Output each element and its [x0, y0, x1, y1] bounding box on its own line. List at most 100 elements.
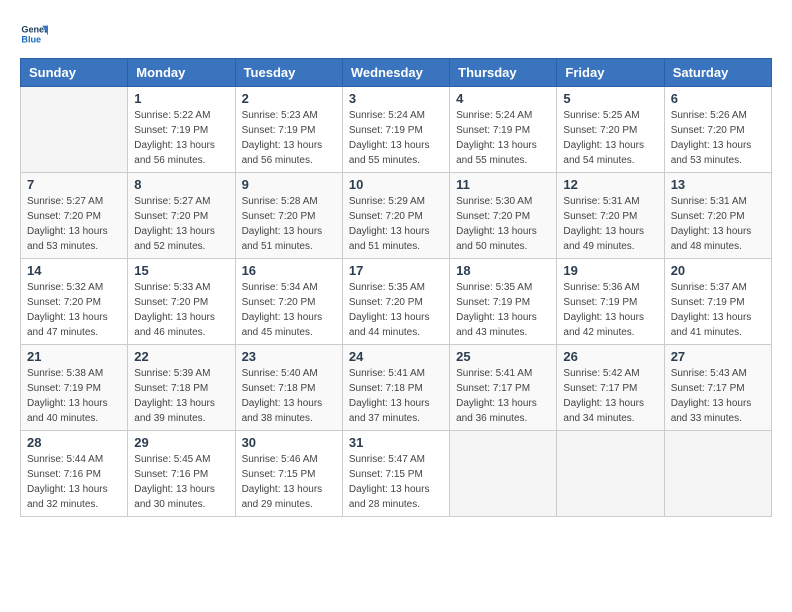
day-info: Sunrise: 5:26 AMSunset: 7:20 PMDaylight:… — [671, 108, 765, 168]
day-info: Sunrise: 5:40 AMSunset: 7:18 PMDaylight:… — [242, 366, 336, 426]
day-info: Sunrise: 5:22 AMSunset: 7:19 PMDaylight:… — [134, 108, 228, 168]
day-number: 5 — [563, 91, 657, 106]
day-number: 23 — [242, 349, 336, 364]
day-number: 17 — [349, 263, 443, 278]
day-cell: 11Sunrise: 5:30 AMSunset: 7:20 PMDayligh… — [450, 173, 557, 259]
day-info: Sunrise: 5:35 AMSunset: 7:20 PMDaylight:… — [349, 280, 443, 340]
day-cell: 16 Sunrise: 5:34 AMSunset: 7:20 PMDayligh… — [235, 259, 342, 345]
day-number: 15 — [134, 263, 228, 278]
day-number: 30 — [242, 435, 336, 450]
day-number: 16 — [242, 263, 336, 278]
day-cell: 22 Sunrise: 5:39 AMSunset: 7:18 PMDayligh… — [128, 345, 235, 431]
day-cell: 8 Sunrise: 5:27 AMSunset: 7:20 PMDaylight… — [128, 173, 235, 259]
day-cell: 1 Sunrise: 5:22 AMSunset: 7:19 PMDaylight… — [128, 87, 235, 173]
day-info: Sunrise: 5:25 AMSunset: 7:20 PMDaylight:… — [563, 108, 657, 168]
day-number: 28 — [27, 435, 121, 450]
day-cell: 7 Sunrise: 5:27 AMSunset: 7:20 PMDaylight… — [21, 173, 128, 259]
day-info: Sunrise: 5:33 AMSunset: 7:20 PMDaylight:… — [134, 280, 228, 340]
day-info: Sunrise: 5:37 AMSunset: 7:19 PMDaylight:… — [671, 280, 765, 340]
day-cell: 12 Sunrise: 5:31 AMSunset: 7:20 PMDayligh… — [557, 173, 664, 259]
day-cell: 6Sunrise: 5:26 AMSunset: 7:20 PMDaylight… — [664, 87, 771, 173]
day-cell: 15 Sunrise: 5:33 AMSunset: 7:20 PMDayligh… — [128, 259, 235, 345]
calendar-table: SundayMondayTuesdayWednesdayThursdayFrid… — [20, 58, 772, 517]
day-info: Sunrise: 5:31 AMSunset: 7:20 PMDaylight:… — [563, 194, 657, 254]
day-cell: 10 Sunrise: 5:29 AMSunset: 7:20 PMDayligh… — [342, 173, 449, 259]
day-number: 24 — [349, 349, 443, 364]
day-info: Sunrise: 5:41 AMSunset: 7:17 PMDaylight:… — [456, 366, 550, 426]
day-info: Sunrise: 5:38 AMSunset: 7:19 PMDaylight:… — [27, 366, 121, 426]
header-cell-monday: Monday — [128, 59, 235, 87]
page-header: General Blue — [20, 20, 772, 48]
day-info: Sunrise: 5:29 AMSunset: 7:20 PMDaylight:… — [349, 194, 443, 254]
day-number: 7 — [27, 177, 121, 192]
header-row: SundayMondayTuesdayWednesdayThursdayFrid… — [21, 59, 772, 87]
day-cell — [557, 431, 664, 517]
day-cell — [21, 87, 128, 173]
day-cell: 28 Sunrise: 5:44 AMSunset: 7:16 PMDayligh… — [21, 431, 128, 517]
day-cell: 24 Sunrise: 5:41 AMSunset: 7:18 PMDayligh… — [342, 345, 449, 431]
day-info: Sunrise: 5:34 AMSunset: 7:20 PMDaylight:… — [242, 280, 336, 340]
day-cell: 5 Sunrise: 5:25 AMSunset: 7:20 PMDaylight… — [557, 87, 664, 173]
day-cell: 26 Sunrise: 5:42 AMSunset: 7:17 PMDayligh… — [557, 345, 664, 431]
day-number: 31 — [349, 435, 443, 450]
day-cell: 18Sunrise: 5:35 AMSunset: 7:19 PMDayligh… — [450, 259, 557, 345]
day-info: Sunrise: 5:45 AMSunset: 7:16 PMDaylight:… — [134, 452, 228, 512]
day-info: Sunrise: 5:41 AMSunset: 7:18 PMDaylight:… — [349, 366, 443, 426]
day-info: Sunrise: 5:32 AMSunset: 7:20 PMDaylight:… — [27, 280, 121, 340]
day-info: Sunrise: 5:28 AMSunset: 7:20 PMDaylight:… — [242, 194, 336, 254]
day-number: 29 — [134, 435, 228, 450]
day-info: Sunrise: 5:27 AMSunset: 7:20 PMDaylight:… — [134, 194, 228, 254]
week-row-4: 28 Sunrise: 5:44 AMSunset: 7:16 PMDayligh… — [21, 431, 772, 517]
day-info: Sunrise: 5:42 AMSunset: 7:17 PMDaylight:… — [563, 366, 657, 426]
day-info: Sunrise: 5:31 AMSunset: 7:20 PMDaylight:… — [671, 194, 765, 254]
day-info: Sunrise: 5:24 AMSunset: 7:19 PMDaylight:… — [349, 108, 443, 168]
day-number: 14 — [27, 263, 121, 278]
day-cell: 13 Sunrise: 5:31 AMSunset: 7:20 PMDayligh… — [664, 173, 771, 259]
header-cell-tuesday: Tuesday — [235, 59, 342, 87]
day-number: 1 — [134, 91, 228, 106]
header-cell-friday: Friday — [557, 59, 664, 87]
day-number: 13 — [671, 177, 765, 192]
day-number: 3 — [349, 91, 443, 106]
day-number: 9 — [242, 177, 336, 192]
day-number: 21 — [27, 349, 121, 364]
day-cell: 17 Sunrise: 5:35 AMSunset: 7:20 PMDayligh… — [342, 259, 449, 345]
day-info: Sunrise: 5:46 AMSunset: 7:15 PMDaylight:… — [242, 452, 336, 512]
day-cell: 20Sunrise: 5:37 AMSunset: 7:19 PMDayligh… — [664, 259, 771, 345]
day-cell — [450, 431, 557, 517]
day-number: 26 — [563, 349, 657, 364]
day-info: Sunrise: 5:24 AMSunset: 7:19 PMDaylight:… — [456, 108, 550, 168]
day-number: 22 — [134, 349, 228, 364]
week-row-3: 21 Sunrise: 5:38 AMSunset: 7:19 PMDayligh… — [21, 345, 772, 431]
day-number: 2 — [242, 91, 336, 106]
week-row-2: 14 Sunrise: 5:32 AMSunset: 7:20 PMDayligh… — [21, 259, 772, 345]
day-number: 25 — [456, 349, 550, 364]
day-info: Sunrise: 5:36 AMSunset: 7:19 PMDaylight:… — [563, 280, 657, 340]
day-number: 10 — [349, 177, 443, 192]
logo: General Blue — [20, 20, 48, 48]
day-cell: 23 Sunrise: 5:40 AMSunset: 7:18 PMDayligh… — [235, 345, 342, 431]
day-cell: 4 Sunrise: 5:24 AMSunset: 7:19 PMDaylight… — [450, 87, 557, 173]
day-cell: 31 Sunrise: 5:47 AMSunset: 7:15 PMDayligh… — [342, 431, 449, 517]
day-number: 4 — [456, 91, 550, 106]
day-info: Sunrise: 5:39 AMSunset: 7:18 PMDaylight:… — [134, 366, 228, 426]
day-number: 19 — [563, 263, 657, 278]
day-cell: 21 Sunrise: 5:38 AMSunset: 7:19 PMDayligh… — [21, 345, 128, 431]
day-info: Sunrise: 5:27 AMSunset: 7:20 PMDaylight:… — [27, 194, 121, 254]
day-cell: 25 Sunrise: 5:41 AMSunset: 7:17 PMDayligh… — [450, 345, 557, 431]
day-info: Sunrise: 5:47 AMSunset: 7:15 PMDaylight:… — [349, 452, 443, 512]
day-cell: 14 Sunrise: 5:32 AMSunset: 7:20 PMDayligh… — [21, 259, 128, 345]
day-number: 18 — [456, 263, 550, 278]
header-cell-wednesday: Wednesday — [342, 59, 449, 87]
day-number: 11 — [456, 177, 550, 192]
week-row-1: 7 Sunrise: 5:27 AMSunset: 7:20 PMDaylight… — [21, 173, 772, 259]
day-number: 12 — [563, 177, 657, 192]
day-number: 8 — [134, 177, 228, 192]
day-info: Sunrise: 5:44 AMSunset: 7:16 PMDaylight:… — [27, 452, 121, 512]
day-cell: 27Sunrise: 5:43 AMSunset: 7:17 PMDayligh… — [664, 345, 771, 431]
week-row-0: 1 Sunrise: 5:22 AMSunset: 7:19 PMDaylight… — [21, 87, 772, 173]
day-cell: 19 Sunrise: 5:36 AMSunset: 7:19 PMDayligh… — [557, 259, 664, 345]
day-cell: 29 Sunrise: 5:45 AMSunset: 7:16 PMDayligh… — [128, 431, 235, 517]
day-cell: 2 Sunrise: 5:23 AMSunset: 7:19 PMDaylight… — [235, 87, 342, 173]
day-info: Sunrise: 5:23 AMSunset: 7:19 PMDaylight:… — [242, 108, 336, 168]
